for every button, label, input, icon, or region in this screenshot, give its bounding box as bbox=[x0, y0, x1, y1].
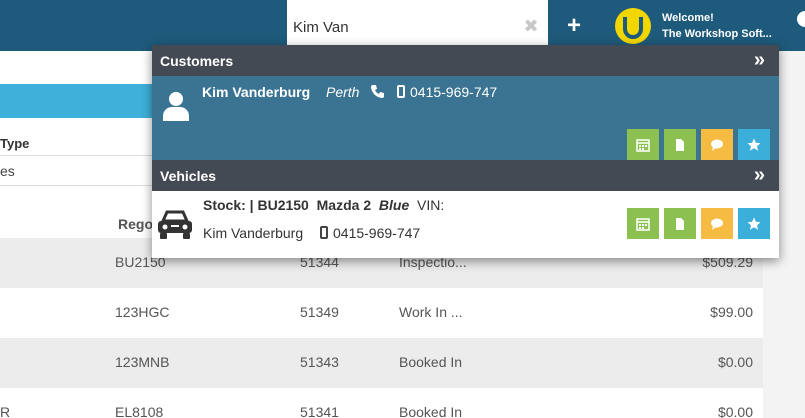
mobile-icon bbox=[397, 85, 405, 98]
customer-mobile: 0415-969-747 bbox=[410, 84, 498, 100]
table-row[interactable]: R EL8108 51341 Booked In $0.00 bbox=[0, 388, 763, 418]
clear-search-button[interactable]: ✖ bbox=[521, 14, 541, 38]
vehicle-document-button[interactable] bbox=[664, 208, 696, 239]
help-icon[interactable] bbox=[797, 11, 805, 27]
expand-vehicles-icon[interactable]: » bbox=[754, 164, 765, 187]
car-icon bbox=[158, 210, 192, 239]
customer-comment-button[interactable] bbox=[701, 129, 733, 160]
type-select[interactable] bbox=[0, 155, 160, 186]
comment-icon bbox=[711, 139, 723, 151]
customer-calendar-button[interactable] bbox=[627, 129, 659, 160]
vehicle-favorite-button[interactable] bbox=[738, 208, 770, 239]
calendar-icon bbox=[636, 138, 650, 152]
vehicle-summary: Stock: | BU2150 Mazda 2 Blue VIN: bbox=[203, 197, 444, 213]
customer-favorite-button[interactable] bbox=[738, 129, 770, 160]
comment-icon bbox=[711, 218, 723, 230]
customer-document-button[interactable] bbox=[664, 129, 696, 160]
vehicle-calendar-button[interactable] bbox=[627, 208, 659, 239]
vehicle-model: Mazda 2 bbox=[316, 197, 372, 213]
vehicle-owner: Kim Vanderburg bbox=[203, 225, 304, 241]
cell-status: Work In ... bbox=[399, 304, 463, 320]
calendar-icon bbox=[636, 217, 650, 231]
vehicles-section-header: Vehicles » bbox=[152, 160, 779, 191]
document-icon bbox=[676, 138, 684, 151]
vehicle-result[interactable]: Stock: | BU2150 Mazda 2 Blue VIN: Kim Va… bbox=[152, 191, 779, 258]
cell-amount: $99.00 bbox=[710, 304, 753, 320]
cell-job: 51343 bbox=[300, 354, 339, 370]
star-icon bbox=[747, 138, 761, 151]
clear-icon: ✖ bbox=[523, 16, 539, 36]
cell-rego: 123HGC bbox=[115, 304, 170, 320]
table-row[interactable]: 123MNB 51343 Booked In $0.00 bbox=[0, 338, 763, 388]
cell-status: Booked In bbox=[399, 354, 463, 370]
expand-customers-icon[interactable]: » bbox=[754, 49, 765, 72]
table-row[interactable]: 123HGC 51349 Work In ... $99.00 bbox=[0, 288, 763, 338]
phone-icon bbox=[371, 85, 384, 98]
cell-amount: $0.00 bbox=[717, 354, 753, 370]
logo-icon bbox=[615, 8, 651, 44]
search-results-dropdown: Customers » Kim Vanderburg Perth 0415-96… bbox=[152, 45, 779, 258]
cell-status: Booked In bbox=[399, 404, 463, 418]
cell-rego: EL8108 bbox=[115, 404, 164, 418]
vehicle-stock: Stock: | BU2150 bbox=[203, 197, 309, 213]
welcome-block: Welcome! The Workshop Soft... bbox=[662, 10, 772, 42]
customer-name: Kim Vanderburg bbox=[202, 84, 311, 100]
company-name: The Workshop Soft... bbox=[662, 28, 772, 40]
plus-icon: + bbox=[566, 12, 581, 39]
type-value: es bbox=[0, 163, 15, 179]
vehicle-vin-label: VIN: bbox=[417, 197, 445, 213]
cell-job: 51349 bbox=[300, 304, 339, 320]
customers-section-header: Customers » bbox=[152, 45, 779, 76]
document-icon bbox=[676, 217, 684, 230]
vehicle-color: Blue bbox=[378, 197, 410, 213]
add-button[interactable]: + bbox=[560, 12, 588, 40]
search-input[interactable] bbox=[293, 17, 513, 37]
customer-result[interactable]: Kim Vanderburg Perth 0415-969-747 bbox=[152, 76, 779, 160]
star-icon bbox=[747, 217, 761, 230]
top-bar: ✖ + Welcome! The Workshop Soft... bbox=[0, 0, 805, 51]
welcome-text: Welcome! bbox=[662, 12, 714, 24]
customer-city: Perth bbox=[326, 84, 360, 100]
customers-title: Customers bbox=[160, 53, 234, 69]
cell-amount: $0.00 bbox=[717, 404, 753, 418]
vehicles-title: Vehicles bbox=[160, 168, 217, 184]
column-header-rego[interactable]: Rego bbox=[118, 216, 153, 232]
mobile-icon bbox=[320, 226, 328, 239]
cell-rego: 123MNB bbox=[115, 354, 170, 370]
vehicle-comment-button[interactable] bbox=[701, 208, 733, 239]
vehicle-owner-mobile: 0415-969-747 bbox=[333, 225, 421, 241]
cell-job: 51341 bbox=[300, 404, 339, 418]
cell-prefix: R bbox=[0, 404, 11, 418]
search-box: ✖ bbox=[287, 0, 548, 51]
person-icon bbox=[163, 92, 189, 121]
type-label: Type bbox=[0, 136, 30, 151]
